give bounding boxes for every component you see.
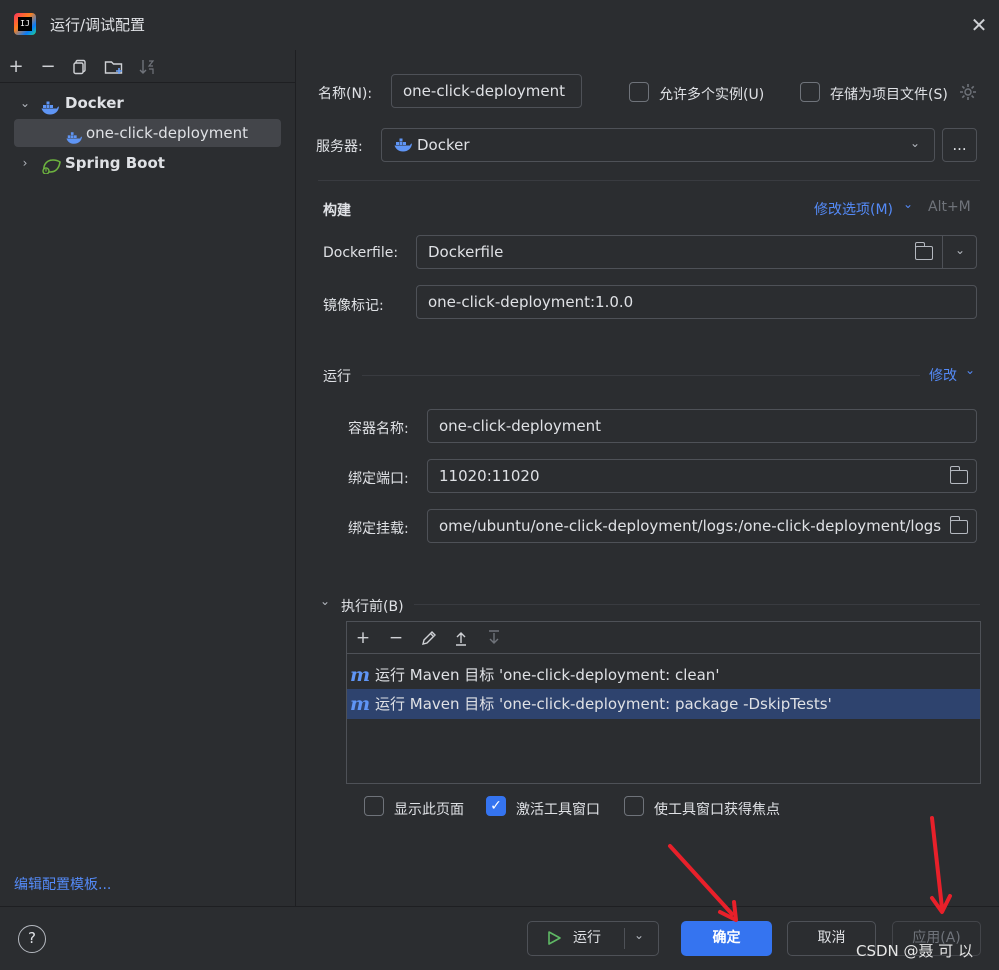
activate-tool-window-label: 激活工具窗口 [516, 802, 600, 818]
before-launch-list: + − m 运行 Maven 目标 'one-click-deployment:… [346, 621, 981, 784]
maven-icon: m [350, 693, 371, 715]
server-label: 服务器: [316, 139, 363, 155]
container-name-label: 容器名称: [348, 421, 409, 437]
image-tag-input[interactable]: one-click-deployment:1.0.0 [416, 285, 977, 319]
spring-boot-icon [42, 155, 61, 175]
copy-icon[interactable] [69, 56, 91, 78]
before-launch-title[interactable]: 执行前(B) [341, 596, 404, 616]
run-button-label: 运行 [573, 930, 601, 946]
docker-icon [41, 96, 59, 115]
store-as-file-label: 存储为项目文件(S) [830, 87, 948, 103]
show-page-checkbox[interactable] [364, 796, 384, 816]
help-button[interactable]: ? [18, 925, 46, 953]
divider [362, 375, 920, 376]
divider [414, 604, 980, 605]
window-title: 运行/调试配置 [50, 16, 146, 34]
chevron-down-icon[interactable]: ⌄ [955, 243, 965, 257]
move-up-icon[interactable] [450, 627, 472, 649]
folder-icon[interactable] [949, 466, 968, 484]
allow-multiple-label: 允许多个实例(U) [659, 87, 765, 103]
run-section-title: 运行 [323, 369, 351, 385]
chevron-down-icon[interactable]: ⌄ [965, 363, 975, 377]
edit-templates-link[interactable]: 编辑配置模板... [14, 874, 111, 894]
chevron-down-icon[interactable]: ⌄ [634, 919, 644, 952]
chevron-down-icon[interactable]: ⌄ [18, 89, 32, 117]
server-select[interactable]: Docker [381, 128, 935, 162]
bind-mounts-label: 绑定挂载: [348, 521, 409, 537]
annotation-arrow-ok [668, 844, 738, 922]
docker-icon [66, 126, 82, 144]
allow-multiple-checkbox[interactable] [629, 82, 649, 102]
chevron-down-icon[interactable]: ⌄ [903, 197, 913, 211]
tree-item-label: Docker [65, 94, 124, 112]
tree-item-docker[interactable]: ⌄ Docker [0, 89, 296, 117]
focus-tool-window-checkbox[interactable] [624, 796, 644, 816]
annotation-arrow-apply [930, 816, 952, 914]
remove-icon[interactable]: − [385, 627, 407, 649]
sort-icon [136, 56, 158, 78]
divider [318, 180, 980, 181]
divider [624, 928, 625, 949]
before-launch-toolbar: + − [347, 622, 980, 654]
move-down-icon [483, 627, 505, 649]
name-label: 名称(N): [318, 86, 373, 102]
tree-separator [0, 82, 296, 83]
name-input[interactable]: one-click-deployment [391, 74, 582, 108]
dockerfile-input[interactable]: Dockerfile [416, 235, 977, 269]
remove-icon[interactable]: − [37, 56, 59, 78]
run-button[interactable]: 运行 ⌄ [527, 921, 659, 956]
new-folder-icon[interactable] [103, 56, 125, 78]
list-item-label: 运行 Maven 目标 'one-click-deployment: packa… [375, 695, 832, 713]
chevron-right-icon[interactable]: › [18, 149, 32, 177]
add-icon[interactable]: + [352, 627, 374, 649]
list-item-label: 运行 Maven 目标 'one-click-deployment: clean… [375, 666, 720, 684]
modify-shortcut: Alt+M [928, 199, 971, 215]
add-icon[interactable]: + [5, 56, 27, 78]
tree-item-label: one-click-deployment [86, 124, 248, 142]
intellij-logo-icon [14, 13, 36, 35]
run-modify-link[interactable]: 修改 [929, 365, 957, 385]
chevron-down-icon[interactable]: ⌄ [320, 594, 330, 608]
server-more-button[interactable]: ... [942, 128, 977, 162]
show-page-label: 显示此页面 [394, 802, 464, 818]
bind-ports-label: 绑定端口: [348, 471, 409, 487]
bind-ports-input[interactable]: 11020:11020 [427, 459, 977, 493]
gear-icon[interactable] [958, 82, 978, 102]
activate-tool-window-checkbox[interactable]: ✓ [486, 796, 506, 816]
list-item[interactable]: m 运行 Maven 目标 'one-click-deployment: pac… [347, 689, 980, 719]
title-bar [0, 0, 999, 50]
edit-pencil-icon[interactable] [418, 627, 440, 649]
focus-tool-window-label: 使工具窗口获得焦点 [654, 802, 780, 818]
config-tree-panel [0, 50, 296, 906]
modify-options-link[interactable]: 修改选项(M) [814, 199, 893, 219]
build-section-title: 构建 [323, 203, 351, 219]
csdn-watermark: CSDN @聂 可 以 [856, 942, 974, 960]
tree-item-label: Spring Boot [65, 154, 165, 172]
tree-item-spring-boot[interactable]: › Spring Boot [0, 149, 296, 177]
image-tag-label: 镜像标记: [323, 298, 384, 314]
folder-icon[interactable] [949, 516, 968, 534]
store-as-file-checkbox[interactable] [800, 82, 820, 102]
maven-icon: m [350, 664, 371, 686]
folder-icon[interactable] [914, 242, 933, 260]
divider [942, 236, 943, 268]
container-name-input[interactable]: one-click-deployment [427, 409, 977, 443]
close-icon[interactable]: ✕ [966, 12, 992, 38]
bind-mounts-input[interactable]: ome/ubuntu/one-click-deployment/logs:/on… [427, 509, 977, 543]
tree-item-one-click-deployment[interactable]: one-click-deployment [14, 119, 281, 147]
docker-icon [394, 138, 412, 152]
play-icon [546, 922, 562, 959]
dockerfile-label: Dockerfile: [323, 245, 399, 261]
chevron-down-icon[interactable]: ⌄ [910, 136, 920, 150]
list-item[interactable]: m 运行 Maven 目标 'one-click-deployment: cle… [347, 660, 980, 690]
